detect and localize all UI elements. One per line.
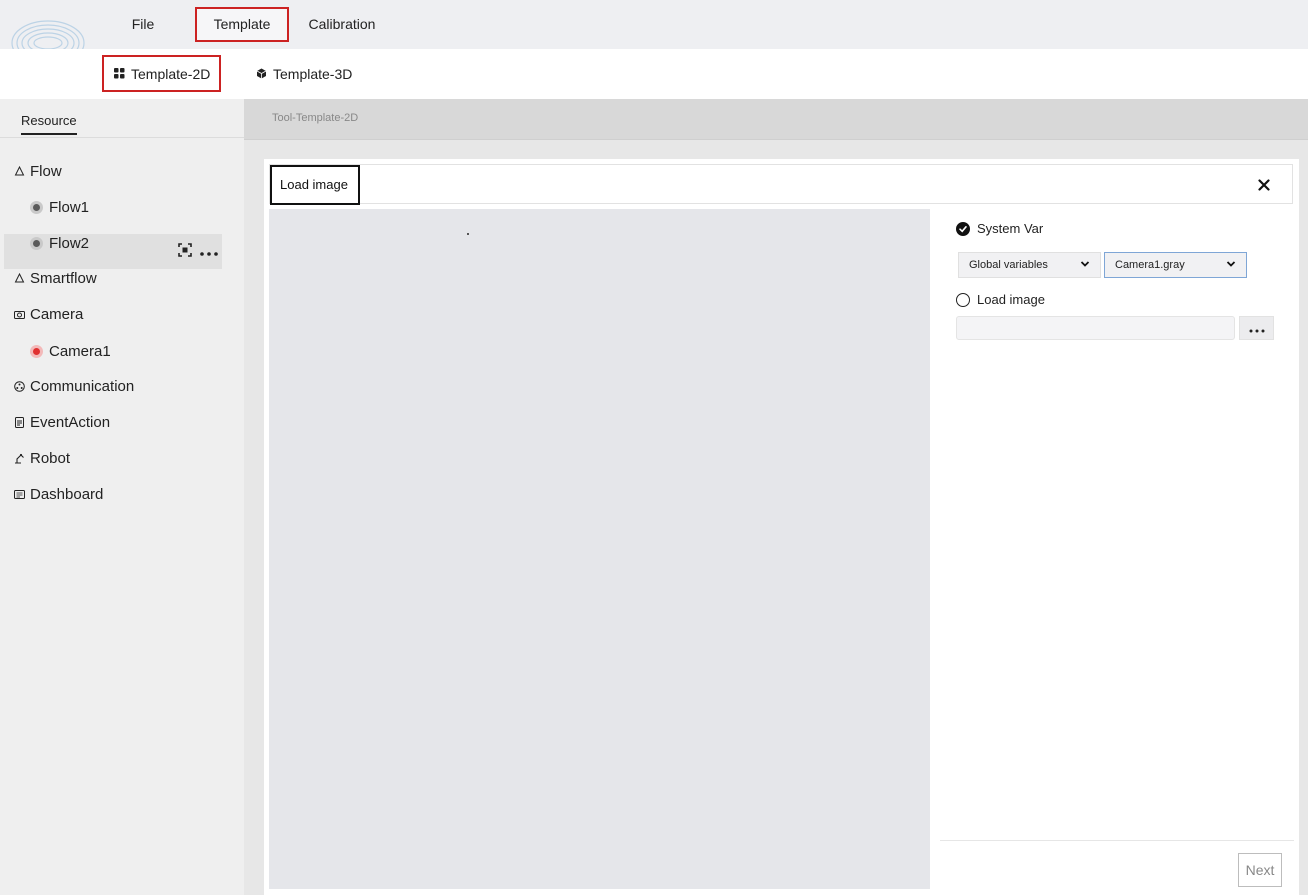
scan-icon[interactable] xyxy=(178,243,192,260)
breadcrumb: Tool-Template-2D xyxy=(272,112,359,124)
tree-item-flow[interactable]: Flow xyxy=(14,157,62,185)
tab-resource[interactable]: Resource xyxy=(21,113,77,135)
dialog-footer-divider xyxy=(940,840,1294,841)
radio-checked-icon[interactable] xyxy=(956,221,970,236)
ellipsis-icon xyxy=(1249,320,1265,336)
sub-toolbar: Template-2D Template-3D xyxy=(0,49,1308,99)
grid-icon xyxy=(114,66,125,82)
tab-template-2d-label: Template-2D xyxy=(131,65,211,82)
tree-item-camera[interactable]: Camera xyxy=(14,300,83,328)
menu-calibration[interactable]: Calibration xyxy=(298,7,386,42)
tree-item-label: Dashboard xyxy=(30,485,104,503)
tree-item-label: Robot xyxy=(30,449,71,467)
tree-item-label: Smartflow xyxy=(30,269,97,287)
image-path-input[interactable] xyxy=(956,316,1235,340)
close-button[interactable] xyxy=(1255,177,1273,195)
image-preview-canvas[interactable] xyxy=(269,209,930,889)
camera1-actions xyxy=(178,243,218,260)
tree-item-flow2[interactable]: Flow2 xyxy=(30,229,89,257)
robot-arm-icon xyxy=(14,453,25,464)
radio-unchecked-icon[interactable] xyxy=(956,292,970,307)
menu-template[interactable]: Template xyxy=(195,7,289,42)
dialog-header xyxy=(269,164,1293,204)
status-dot-red-icon xyxy=(30,344,43,358)
tree-item-smartflow[interactable]: Smartflow xyxy=(14,264,97,292)
top-menu-bar: File Template Calibration xyxy=(0,0,1308,49)
sidebar-tabbar: Resource xyxy=(0,99,244,138)
more-options-icon[interactable] xyxy=(200,244,218,260)
tree-item-label: Camera1 xyxy=(49,342,111,360)
browse-button[interactable] xyxy=(1239,316,1274,340)
variable-scope-select[interactable]: Global variables xyxy=(958,252,1101,278)
tree-item-flow1[interactable]: Flow1 xyxy=(30,193,89,221)
load-image-label: Load image xyxy=(977,292,1045,307)
tab-template-3d-label: Template-3D xyxy=(273,65,353,82)
dashboard-icon xyxy=(14,489,25,500)
tab-template-3d[interactable]: Template-3D xyxy=(254,55,364,92)
load-image-option[interactable]: Load image xyxy=(956,292,1045,307)
close-icon[interactable] xyxy=(1258,178,1270,194)
tree-item-camera1[interactable]: Camera1 xyxy=(30,337,111,365)
cube-icon xyxy=(256,66,267,82)
canvas-marker xyxy=(467,233,469,235)
tree-item-label: Flow1 xyxy=(49,198,90,216)
variable-select[interactable]: Camera1.gray xyxy=(1104,252,1247,278)
tree-item-communication[interactable]: Communication xyxy=(14,372,134,400)
tree-item-dashboard[interactable]: Dashboard xyxy=(14,480,103,508)
variable-scope-value: Global variables xyxy=(969,259,1048,271)
tree-item-label: Communication xyxy=(30,377,135,395)
tree-item-label: Flow2 xyxy=(49,234,90,252)
document-icon xyxy=(14,416,25,428)
status-dot-gray-icon xyxy=(30,236,43,250)
tree-item-robot[interactable]: Robot xyxy=(14,444,70,472)
tree-item-label: EventAction xyxy=(30,413,111,431)
chevron-down-icon xyxy=(1080,259,1090,272)
tree-item-eventaction[interactable]: EventAction xyxy=(14,408,110,436)
breadcrumb-bar: Tool-Template-2D xyxy=(244,99,1308,140)
system-var-label: System Var xyxy=(977,221,1044,236)
menu-file[interactable]: File xyxy=(120,7,166,42)
tree-item-label: Camera xyxy=(30,305,84,323)
bell-icon xyxy=(14,272,25,284)
next-button[interactable]: Next xyxy=(1238,853,1282,887)
tree-item-label: Flow xyxy=(30,162,62,180)
dialog-title: Load image xyxy=(270,165,360,205)
bell-icon xyxy=(14,165,25,177)
camera-icon xyxy=(14,309,25,320)
network-icon xyxy=(14,380,25,392)
system-var-option[interactable]: System Var xyxy=(956,221,1043,236)
variable-value: Camera1.gray xyxy=(1115,259,1185,271)
status-dot-gray-icon xyxy=(30,200,43,214)
chevron-down-icon xyxy=(1226,259,1236,272)
tab-template-2d[interactable]: Template-2D xyxy=(102,55,221,92)
